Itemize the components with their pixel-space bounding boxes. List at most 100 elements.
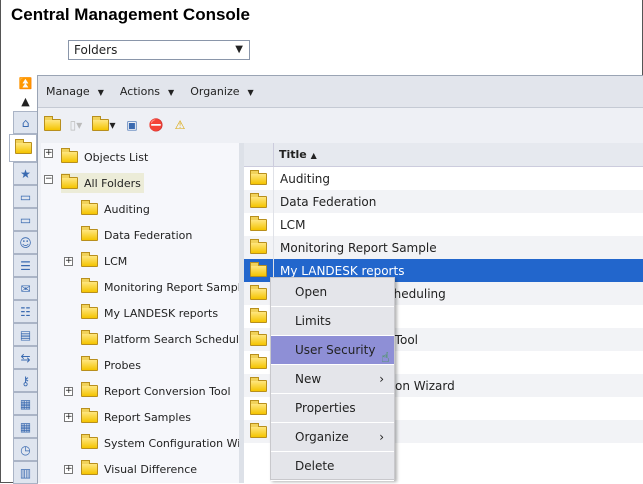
applications-icon[interactable]: ▥ (13, 461, 38, 484)
connections-icon[interactable]: ⇆ (13, 346, 38, 369)
view-select-value: Folders (74, 43, 118, 57)
table-row[interactable]: Auditing (244, 167, 643, 190)
menu-item-organize[interactable]: Organize › (271, 423, 394, 452)
folder-icon (250, 238, 267, 254)
tree-item[interactable]: Monitoring Report Sample (81, 277, 248, 297)
table-row[interactable]: Data Federation (244, 190, 643, 213)
move-folder-icon[interactable]: ▾ (91, 115, 117, 134)
menubar: Manage ▼ Actions ▼ Organize ▼ (38, 76, 643, 108)
tree-item[interactable]: Auditing (81, 199, 150, 219)
tree-item[interactable]: Report Conversion Tool (81, 381, 231, 401)
tree-item-all-folders[interactable]: All Folders (61, 173, 144, 193)
caret-down-icon: ▼ (168, 88, 175, 97)
table-row[interactable]: LCM (244, 213, 643, 236)
user-attributes-icon[interactable]: ☰ (13, 254, 38, 277)
menu-actions[interactable]: Actions ▼ (120, 85, 174, 98)
folder-icon (81, 278, 98, 293)
view-select[interactable]: Folders ▼ (68, 40, 250, 60)
users-groups-icon[interactable]: ☺ (13, 231, 38, 254)
caret-down-icon: ▼ (97, 88, 104, 97)
tree-item[interactable]: Report Samples (81, 407, 191, 427)
scroll-up-icon[interactable]: ▲ (13, 93, 38, 111)
hand-cursor-icon: ☝ (381, 350, 390, 366)
menu-item-properties[interactable]: Properties (271, 394, 394, 423)
menu-manage[interactable]: Manage ▼ (46, 85, 104, 98)
dropdown-arrow-icon: ▼ (235, 44, 243, 55)
menu-item-delete[interactable]: Delete (271, 452, 394, 481)
folder-icon (250, 376, 267, 392)
calendars-icon[interactable]: ▦ (13, 392, 38, 415)
column-title[interactable]: Title ▲ (274, 143, 317, 166)
menu-organize[interactable]: Organize ▼ (190, 85, 253, 98)
folder-icon (81, 408, 98, 423)
folder-icon (250, 399, 267, 415)
folder-icon (81, 304, 98, 319)
expand-icon[interactable]: + (64, 257, 73, 266)
folder-open-icon (61, 174, 78, 189)
home-icon[interactable]: ⌂ (13, 111, 38, 134)
list-header: Title ▲ (244, 143, 643, 167)
app-title: Central Management Console (11, 5, 250, 24)
toolbar: ▯▾ ▾ ▣ ⛔ ⚠ (38, 108, 643, 141)
folder-icon (250, 261, 267, 277)
new-folder-icon[interactable] (43, 115, 61, 134)
folder-icon (81, 252, 98, 267)
tree-item[interactable]: Platform Search Scheduling (81, 329, 256, 349)
add-object-icon[interactable]: ▯▾ (67, 116, 85, 134)
menu-item-open[interactable]: Open (271, 278, 394, 307)
instances-icon[interactable]: ◷ (13, 438, 38, 461)
folder-icon (250, 330, 267, 346)
folder-icon (81, 434, 98, 449)
expand-icon[interactable]: + (44, 149, 53, 158)
sort-ascending-icon: ▲ (310, 151, 317, 160)
universes-icon[interactable]: ▤ (13, 323, 38, 346)
categories-icon[interactable]: ▭ (13, 185, 38, 208)
menu-item-user-security[interactable]: User Security (271, 336, 394, 365)
table-row[interactable]: Monitoring Report Sample (244, 236, 643, 259)
menu-item-new[interactable]: New › (271, 365, 394, 394)
tree-item[interactable]: Probes (81, 355, 141, 375)
tree-item[interactable]: System Configuration Wizard (81, 433, 264, 453)
folder-tree: + Objects List − All Folders Auditing Dat… (41, 143, 264, 483)
tree-item[interactable]: My LANDESK reports (81, 303, 218, 323)
folder-icon (81, 200, 98, 215)
folder-icon (250, 284, 267, 300)
personal-folders-icon[interactable]: ★ (13, 162, 38, 185)
folder-icon (81, 382, 98, 397)
events-icon[interactable]: ▦ (13, 415, 38, 438)
expand-icon[interactable]: + (64, 387, 73, 396)
folder-icon (250, 169, 267, 185)
left-icon-strip: ⏫ ▲ ⌂ ★ ▭ ▭ ☺ ☰ ✉ ☷ ▤ ⇆ ⚷ ▦ ▦ ◷ ▥ (9, 75, 38, 484)
tree-item[interactable]: Visual Difference (81, 459, 197, 479)
access-levels-icon[interactable]: ⚷ (13, 369, 38, 392)
context-menu: Open Limits User Security New › Properties Org… (270, 277, 395, 481)
folder-icon (250, 307, 267, 323)
tree-item-objects-list[interactable]: Objects List (61, 147, 148, 167)
folder-icon (81, 356, 98, 371)
user-security-icon[interactable]: ⛔ (147, 116, 165, 134)
folder-icon (61, 148, 78, 163)
properties-icon[interactable]: ▣ (123, 116, 141, 134)
folders-icon[interactable] (9, 134, 37, 162)
folder-icon (250, 192, 267, 208)
collapse-icon[interactable]: − (44, 175, 53, 184)
folder-icon (250, 353, 267, 369)
inboxes-icon[interactable]: ✉ (13, 277, 38, 300)
tree-item[interactable]: Data Federation (81, 225, 192, 245)
personal-categories-icon[interactable]: ▭ (13, 208, 38, 231)
tree-item[interactable]: LCM (81, 251, 127, 271)
caret-down-icon: ▼ (247, 88, 254, 97)
chevron-right-icon: › (379, 372, 384, 386)
folder-icon (81, 460, 98, 475)
expand-icon[interactable]: + (64, 465, 73, 474)
expand-icon[interactable]: + (64, 413, 73, 422)
chevron-right-icon: › (379, 430, 384, 444)
folder-icon (81, 330, 98, 345)
folder-icon (250, 422, 267, 438)
scroll-top-icon[interactable]: ⏫ (13, 75, 38, 93)
folder-icon (81, 226, 98, 241)
menu-item-limits[interactable]: Limits (271, 307, 394, 336)
servers-icon[interactable]: ☷ (13, 300, 38, 323)
folder-icon (250, 215, 267, 231)
alert-icon[interactable]: ⚠ (171, 116, 189, 134)
